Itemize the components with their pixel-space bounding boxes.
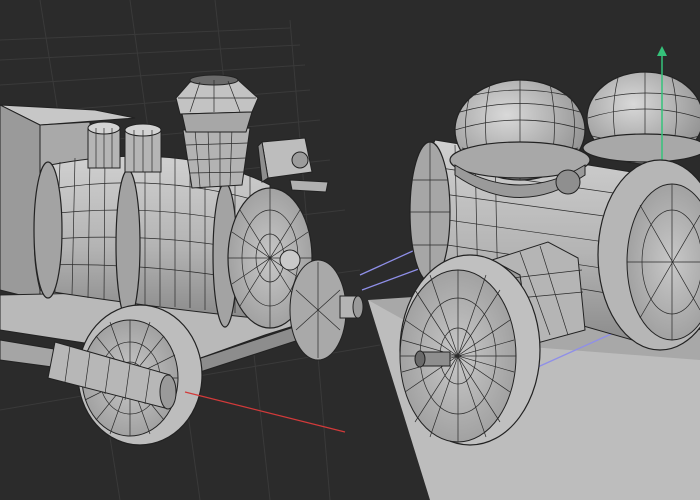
left-front-wheel[interactable] <box>289 259 347 361</box>
locomotive-mesh-left[interactable] <box>0 74 364 446</box>
right-dome-2[interactable] <box>582 71 700 165</box>
right-dome-1[interactable] <box>449 79 591 198</box>
viewport-canvas[interactable] <box>0 0 700 500</box>
sand-dome-2[interactable] <box>124 123 162 173</box>
right-front-wheel[interactable] <box>399 254 541 446</box>
sand-dome-1[interactable] <box>87 121 121 169</box>
3d-viewport[interactable] <box>0 0 700 500</box>
coupler[interactable] <box>339 295 364 319</box>
cab-side <box>0 104 41 301</box>
